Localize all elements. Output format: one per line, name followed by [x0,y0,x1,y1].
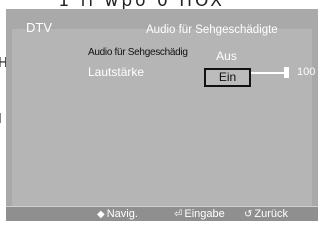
hint-return: ↺ Zurück [244,207,288,221]
updown-arrow-icon: ◆ [97,209,105,220]
menu-item-volume[interactable]: Lautstärke [88,65,144,79]
menu-item-audio-description[interactable]: Audio für Sehgeschädig [88,47,188,58]
menu-title: Audio für Sehgeschädigte [146,24,278,36]
source-label: DTV [26,20,52,35]
volume-value: 100 [297,66,316,78]
hint-return-label: Zurück [254,208,289,220]
hint-enter: ⏎ Eingabe [174,207,225,221]
background-text-l: I [0,112,2,127]
hint-enter-label: Eingabe [184,208,225,220]
enter-icon: ⏎ [174,209,183,220]
audio-description-dropdown[interactable]: Aus Ein [202,48,251,87]
hint-navigate-label: Navig. [106,208,138,220]
option-aus[interactable]: Aus [202,48,251,65]
tv-osd-screen: DTV Audio für Sehgeschädigte Audio für S… [6,9,318,221]
volume-slider-knob[interactable] [284,67,289,78]
footer-hints: ◆ Navig. ⏎ Eingabe ↺ Zurück [6,206,318,221]
option-ein-selected[interactable]: Ein [204,68,251,87]
hint-navigate: ◆ Navig. [97,207,138,221]
return-icon: ↺ [244,209,253,220]
